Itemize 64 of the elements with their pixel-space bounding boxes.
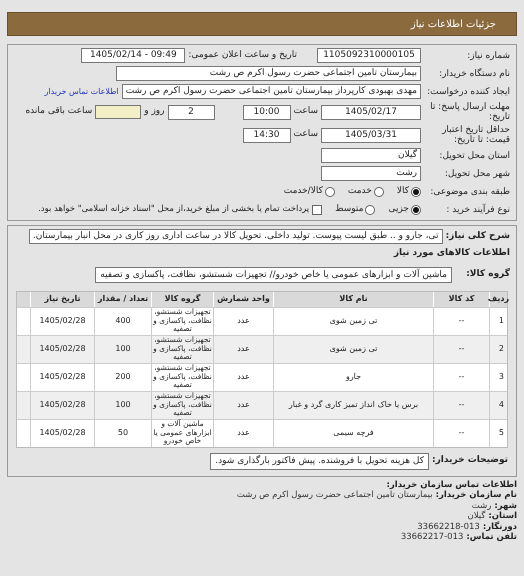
input-field[interactable]: 14:30 — [242, 128, 290, 142]
field-label: طبقه بندی موضوعی: — [429, 186, 510, 196]
input-field[interactable]: 1105092310000105 — [317, 48, 421, 63]
radio-button[interactable] — [411, 204, 421, 214]
radio-button[interactable] — [365, 204, 376, 214]
field-label: ساعت — [294, 105, 318, 118]
contact-value: رشت — [472, 500, 492, 510]
contact-value: گیلان — [467, 511, 486, 521]
input-field[interactable]: تی، جارو و .. طبق لیست پیوست. تولید داخلی. تحویل کالا در ساعت اداری روز کاری در محل انبار بیمارستان. — [28, 229, 443, 244]
input-field[interactable]: کل هزینه تحویل با فروشنده. پیش فاکتور بارگذاری شود. — [210, 452, 430, 470]
field-label: ساعت — [294, 128, 318, 142]
contact-label: شهر: — [494, 500, 517, 511]
radio-button[interactable] — [374, 186, 384, 196]
input-field[interactable]: 10:00 — [242, 104, 290, 120]
option-label: کالا — [396, 184, 409, 198]
buyer-contact-link[interactable]: اطلاعات تماس خریدار — [44, 86, 119, 98]
input-field[interactable]: رشت — [321, 166, 421, 181]
option-label: کالا/خدمت — [284, 184, 323, 198]
field-label: ساعت باقی مانده — [25, 105, 92, 118]
field-label: تاریخ و ساعت اعلان عمومی: — [188, 48, 297, 62]
radio-button[interactable] — [324, 186, 335, 196]
input-field[interactable]: 2 — [168, 104, 214, 120]
field-label: شهر محل تحویل: — [444, 168, 510, 178]
input-field[interactable]: بیمارستان تامین اجتماعی حضرت رسول اکرم ص رشت — [116, 66, 421, 81]
table-cell: فرچه سیمی — [273, 420, 433, 446]
checkbox-label: پرداخت تمام یا بخشی از مبلغ خرید،از محل "اسناد خزانه اسلامی" خواهد بود. — [38, 203, 310, 216]
field-label: شماره نیاز: — [466, 50, 510, 60]
field-label: شرح کلی نیاز: — [446, 230, 510, 243]
table-cell: 1405/02/28 — [30, 420, 94, 446]
input-field[interactable]: 1405/02/14 - 09:49 — [81, 48, 186, 63]
field-label: نوع فرآیند خرید : — [445, 204, 510, 214]
field-label: ایجاد کننده درخواست: — [426, 86, 510, 96]
option-label: جزیی — [388, 202, 409, 216]
input-field[interactable]: مهدی بهبودی کارپرداز بیمارستان تامین اجتماعی حضرت رسول اکرم ص رشت — [122, 84, 421, 99]
field-label: مهلت ارسال پاسخ: تا تاریخ: — [429, 102, 510, 122]
contact-title: اطلاعات تماس سازمان خریدار: — [386, 480, 517, 490]
contact-label: دورنگار: — [482, 522, 517, 532]
field-label: روز و — [144, 105, 164, 118]
field-label: حداقل تاریخ اعتبار قیمت: تا تاریخ: — [440, 125, 510, 145]
page-header: جزئیات اطلاعات نیاز — [7, 12, 517, 36]
field-label: توضیحات خریدار: — [432, 454, 508, 468]
contact-label: استان: — [488, 511, 517, 521]
field-label: نام دستگاه خریدار: — [438, 68, 510, 78]
field-label: استان محل تحویل: — [438, 150, 510, 160]
input-field[interactable]: گیلان — [321, 148, 421, 163]
contact-value: 33662217-013 — [400, 532, 464, 542]
table-cell: عدد — [213, 420, 273, 446]
input-field[interactable]: 1405/03/31 — [321, 128, 421, 142]
input-field[interactable]: 1405/02/17 — [321, 104, 421, 120]
input-field[interactable]: ماشین آلات و ابزارهای عمومی یا خاص خودرو// تجهیزات شستشو، نظافت، پاکسازی و تصفیه — [95, 266, 452, 282]
table-cell: 50 — [94, 420, 151, 446]
field-label: گروه کالا: — [465, 268, 510, 281]
table-cell: 5 — [489, 420, 507, 446]
checkbox[interactable] — [312, 204, 322, 214]
contact-value: بیمارستان تامین اجتماعی حضرت رسول اکرم ص رشت — [236, 490, 433, 500]
remaining-hours-field — [95, 105, 142, 119]
option-label: متوسط — [335, 202, 364, 216]
option-label: خدمت — [348, 184, 372, 198]
contact-label: تلفن تماس: — [466, 532, 517, 542]
table-cell: -- — [433, 420, 489, 446]
radio-button[interactable] — [411, 186, 421, 196]
section-title: اطلاعات کالاهای مورد نیاز — [392, 247, 510, 260]
contact-label: نام سازمان خریدار: — [436, 490, 517, 500]
contact-value: 33662218-013 — [417, 522, 480, 532]
